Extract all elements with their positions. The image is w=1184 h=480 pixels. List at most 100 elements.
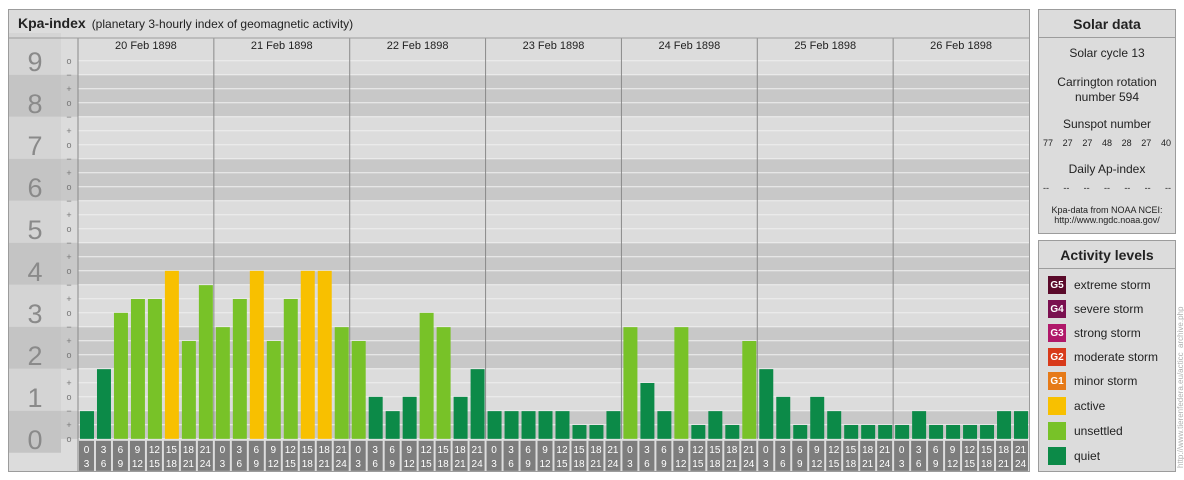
hour-label-end: 15 xyxy=(556,459,568,470)
data-source-url: http://www.ngdc.noaa.gov/ xyxy=(1054,215,1160,225)
hour-label-start: 3 xyxy=(508,445,514,456)
kp-bar xyxy=(317,270,332,439)
kp-bar xyxy=(742,341,757,439)
legend-label: severe storm xyxy=(1074,302,1144,316)
kpa-bar-chart: 0123456789o+−o+−o+−o+−o+−o+−o+−o+−o+−o20… xyxy=(9,33,1029,471)
hour-label-start: 12 xyxy=(828,445,840,456)
hour-label-start: 6 xyxy=(661,445,667,456)
plot-band xyxy=(61,200,1029,243)
legend-label: extreme storm xyxy=(1074,278,1151,292)
sunspot-value: 27 xyxy=(1082,138,1093,148)
hour-label-end: 21 xyxy=(726,459,738,470)
hour-label-end: 24 xyxy=(1015,459,1027,470)
hour-label-start: 6 xyxy=(254,445,260,456)
kp-bar xyxy=(657,411,672,439)
hour-label-end: 6 xyxy=(508,459,514,470)
hour-label-end: 18 xyxy=(709,459,721,470)
hour-label-end: 6 xyxy=(916,459,922,470)
hour-label-end: 18 xyxy=(438,459,450,470)
hour-label-start: 15 xyxy=(302,445,314,456)
hour-label-end: 9 xyxy=(797,459,803,470)
hour-label-end: 21 xyxy=(862,459,874,470)
hour-label-end: 24 xyxy=(472,459,484,470)
hour-label-end: 3 xyxy=(491,459,497,470)
g1-badge: G1 xyxy=(1048,372,1066,390)
hour-label-start: 12 xyxy=(556,445,568,456)
solar-cycle: Solar cycle 13 xyxy=(1069,46,1145,60)
hour-label-start: 21 xyxy=(607,445,619,456)
ap-value: -- xyxy=(1083,183,1090,193)
sunspot-value: 48 xyxy=(1101,138,1112,148)
day-label: 20 Feb 1898 xyxy=(115,40,177,52)
hour-label-start: 6 xyxy=(118,445,124,456)
hour-label-end: 12 xyxy=(539,459,551,470)
g2-badge: G2 xyxy=(1048,348,1066,366)
kp-bar xyxy=(470,369,485,439)
hour-label-start: 9 xyxy=(271,445,277,456)
hour-label-start: 0 xyxy=(355,445,361,456)
hour-label-end: 18 xyxy=(845,459,857,470)
hour-label-end: 9 xyxy=(525,459,531,470)
kp-bar xyxy=(96,369,111,439)
kp-bar xyxy=(929,425,944,439)
hour-label-start: 3 xyxy=(780,445,786,456)
legend-label: quiet xyxy=(1074,449,1101,463)
kp-bar xyxy=(504,411,519,439)
kp-bar xyxy=(232,299,247,439)
legend-active: active xyxy=(1048,396,1105,416)
kp-bar xyxy=(181,341,196,439)
kp-bar xyxy=(436,327,451,439)
hour-label-start: 6 xyxy=(389,445,395,456)
kp-bar xyxy=(198,285,213,439)
hour-label-end: 21 xyxy=(590,459,602,470)
y-subtick: − xyxy=(66,112,71,122)
unsettled-swatch xyxy=(1048,422,1066,440)
y-subtick: − xyxy=(66,238,71,248)
hour-label-end: 15 xyxy=(285,459,297,470)
sunspot-values: 77 27 27 48 28 27 40 xyxy=(1043,138,1171,148)
hour-label-start: 15 xyxy=(981,445,993,456)
kp-bar xyxy=(164,270,179,439)
hour-label-start: 12 xyxy=(421,445,433,456)
legend-label: strong storm xyxy=(1074,326,1141,340)
hour-label-start: 0 xyxy=(84,445,90,456)
hour-label-end: 12 xyxy=(404,459,416,470)
sunspot-value: 27 xyxy=(1062,138,1073,148)
hour-label-start: 9 xyxy=(678,445,684,456)
hour-label-end: 21 xyxy=(319,459,331,470)
y-tick-label: 2 xyxy=(27,341,42,371)
hour-label-start: 3 xyxy=(916,445,922,456)
hour-label-end: 18 xyxy=(166,459,178,470)
y-subtick: + xyxy=(66,168,71,178)
legend-g1: G1 minor storm xyxy=(1048,371,1137,391)
hour-label-end: 15 xyxy=(149,459,161,470)
legend-unsettled: unsettled xyxy=(1048,421,1123,441)
day-label: 21 Feb 1898 xyxy=(251,40,313,52)
kp-bar xyxy=(725,425,740,439)
hour-label-end: 6 xyxy=(644,459,650,470)
sunspot-value: 40 xyxy=(1160,138,1171,148)
kp-bar xyxy=(793,425,808,439)
kp-bar xyxy=(946,425,961,439)
hour-label-start: 9 xyxy=(950,445,956,456)
y-subtick: + xyxy=(66,252,71,262)
hour-label-end: 18 xyxy=(573,459,585,470)
hour-label-end: 3 xyxy=(627,459,633,470)
kp-bar xyxy=(997,411,1012,439)
kp-bar xyxy=(555,411,570,439)
kp-bar xyxy=(402,396,417,439)
hour-label-end: 12 xyxy=(947,459,959,470)
y-subtick: − xyxy=(66,364,71,374)
solar-data-heading: Solar data xyxy=(1039,10,1175,38)
hour-label-start: 21 xyxy=(743,445,755,456)
legend-label: unsettled xyxy=(1074,424,1123,438)
ap-value: -- xyxy=(1164,183,1171,193)
y-tick-label: 6 xyxy=(27,173,42,203)
hour-label-start: 0 xyxy=(627,445,633,456)
hour-label-start: 0 xyxy=(220,445,226,456)
kp-bar xyxy=(300,270,315,439)
y-subtick: o xyxy=(66,392,71,402)
hour-label-end: 6 xyxy=(101,459,107,470)
y-subtick: o xyxy=(66,434,71,444)
y-subtick: − xyxy=(66,154,71,164)
